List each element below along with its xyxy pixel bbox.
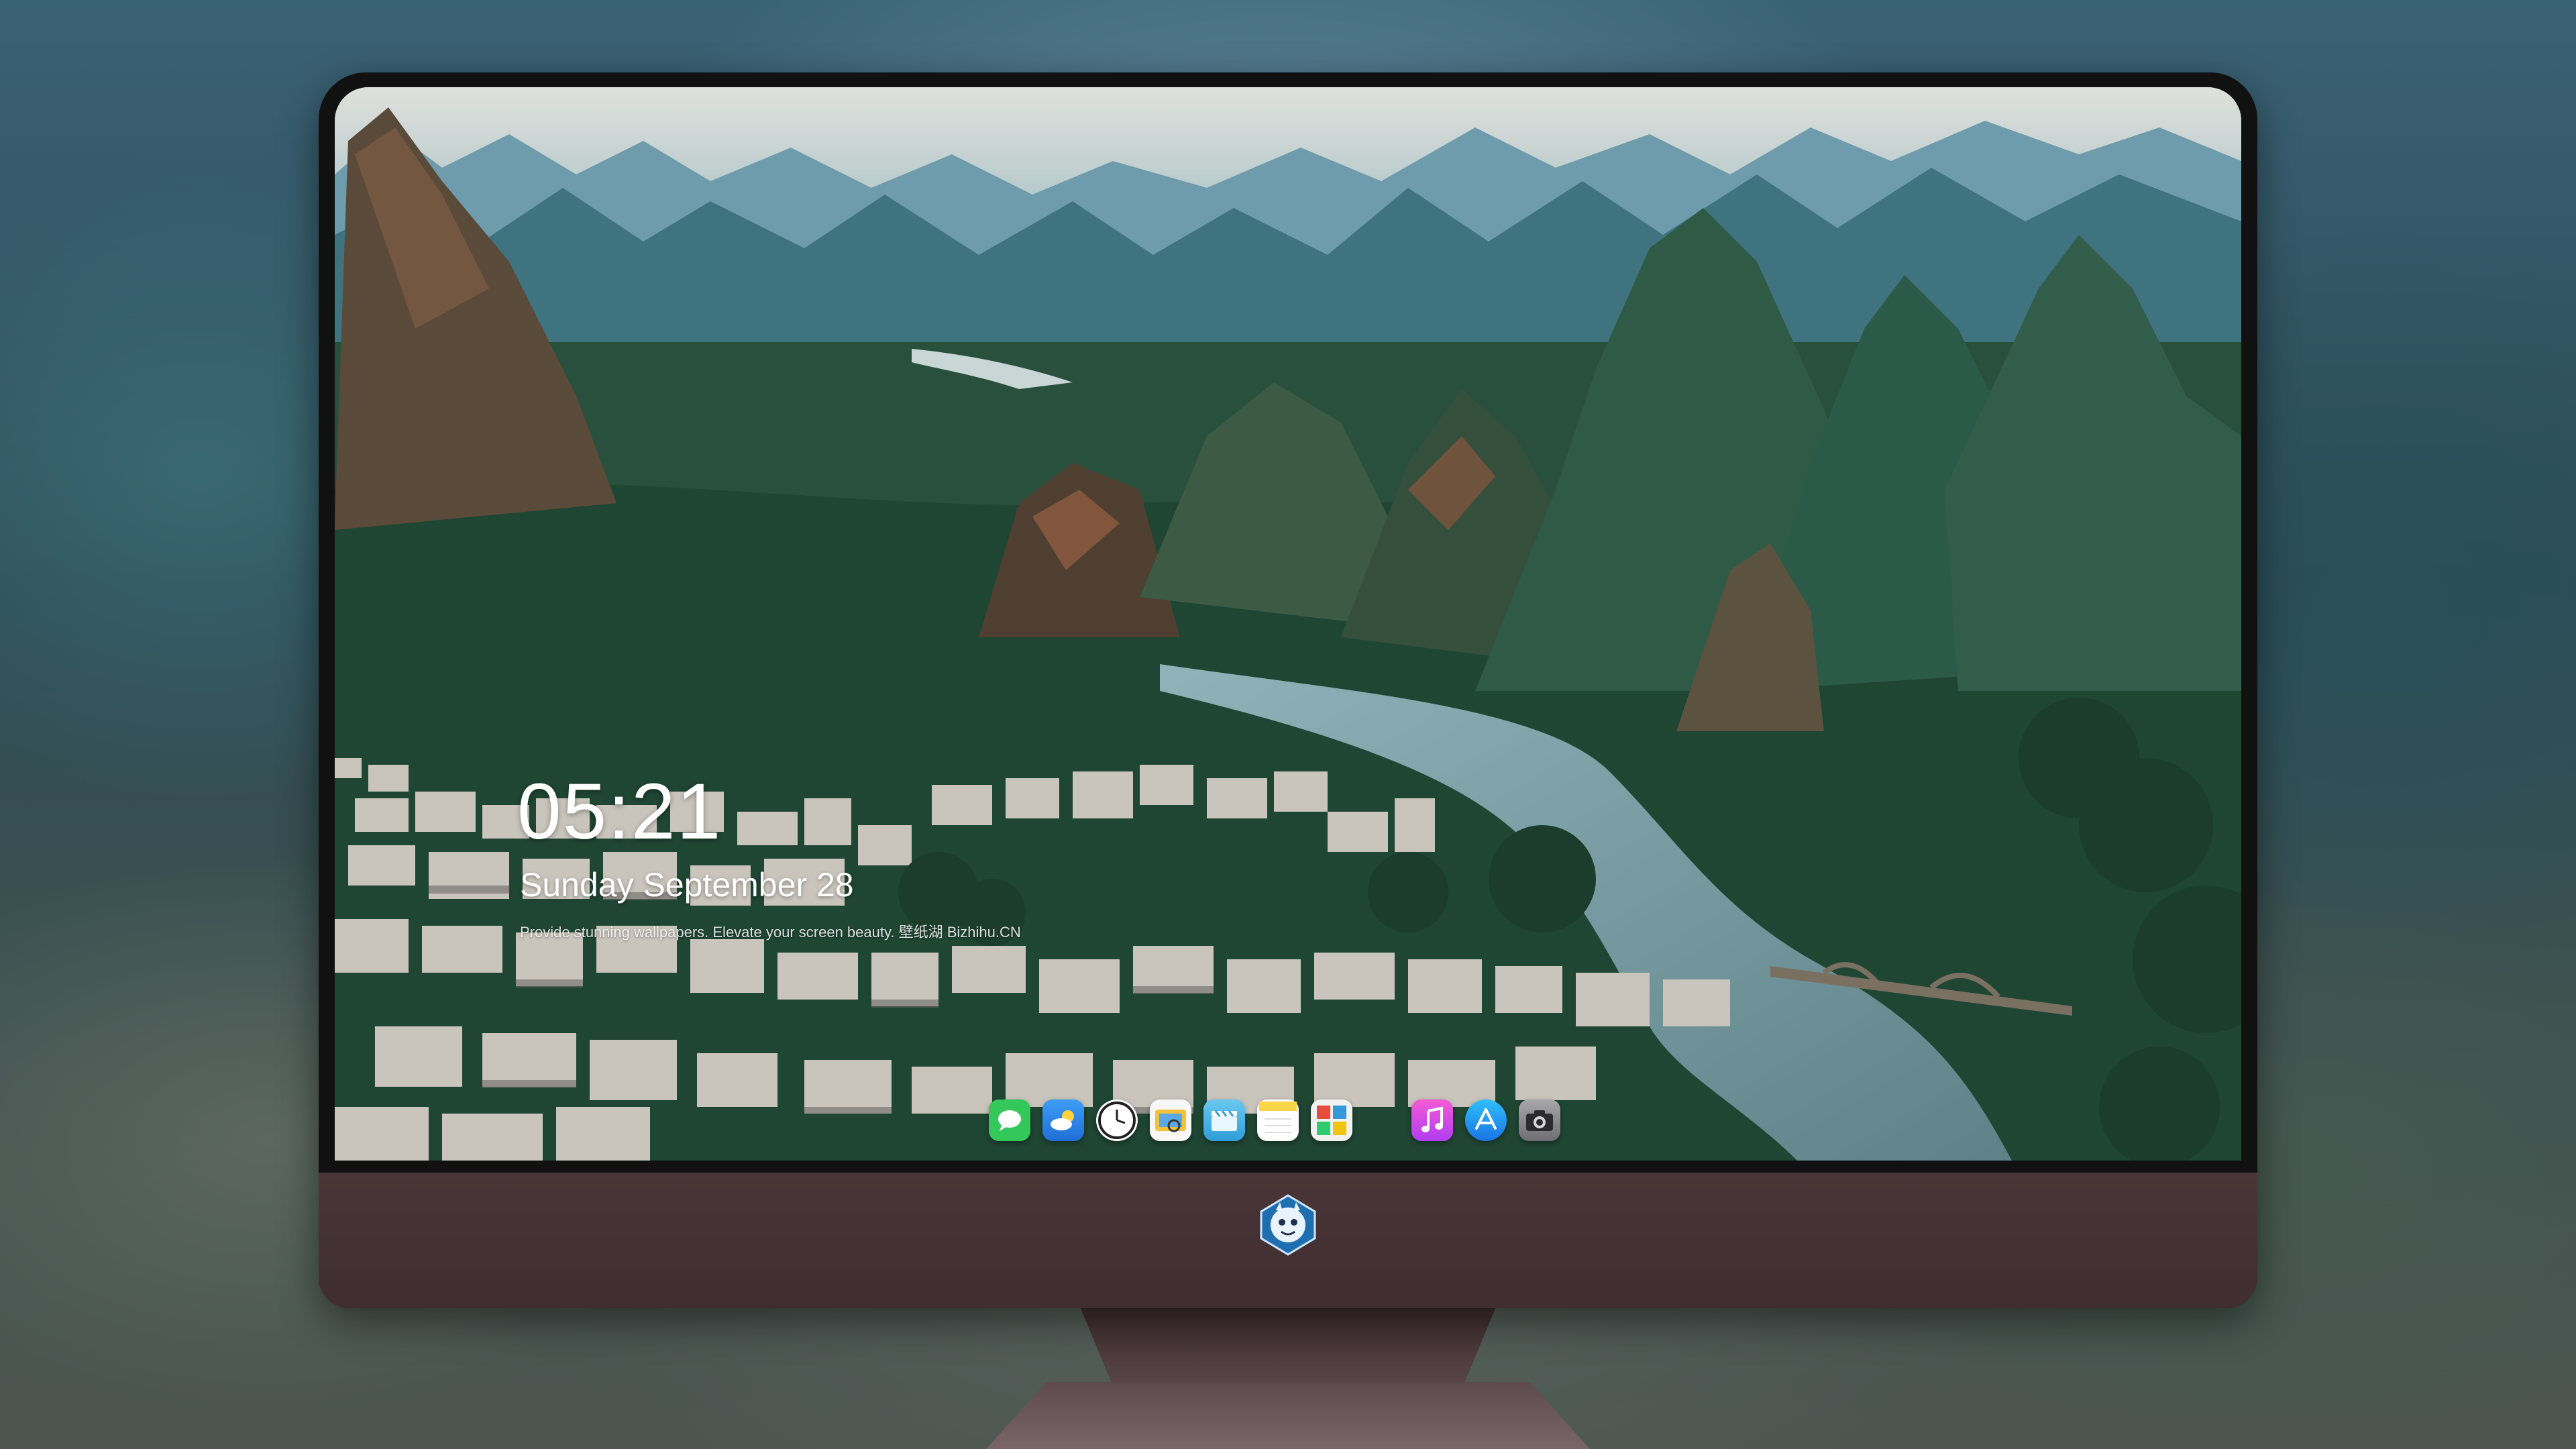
monitor: 05:21 Sunday September 28 Provide stunni… <box>319 72 2257 1308</box>
lock-screen: 05:21 Sunday September 28 Provide stunni… <box>335 87 2241 1161</box>
photo-booth-icon[interactable] <box>1311 1099 1352 1141</box>
lock-screen-time: 05:21 <box>517 767 722 856</box>
monitor-stand-neck <box>1080 1307 1496 1387</box>
monitor-stand-base <box>986 1382 1590 1449</box>
dragon-mascot-logo <box>1260 1194 1316 1256</box>
camera-icon[interactable] <box>1519 1099 1560 1141</box>
music-icon[interactable] <box>1411 1099 1453 1141</box>
preview-icon[interactable] <box>1150 1099 1191 1141</box>
weather-icon[interactable] <box>1042 1099 1084 1141</box>
app-store-icon[interactable] <box>1465 1099 1507 1141</box>
notes-icon[interactable] <box>1257 1099 1299 1141</box>
clock-icon[interactable] <box>1096 1099 1138 1141</box>
messages-icon[interactable] <box>989 1099 1030 1141</box>
clips-icon[interactable] <box>1203 1099 1245 1141</box>
dock <box>989 1097 1560 1144</box>
lock-screen-date: Sunday September 28 <box>520 866 854 904</box>
monitor-chin <box>319 1173 2257 1308</box>
landscape-wallpaper <box>335 87 2241 1161</box>
wallpaper-tagline: Provide stunning wallpapers. Elevate you… <box>520 924 1021 941</box>
